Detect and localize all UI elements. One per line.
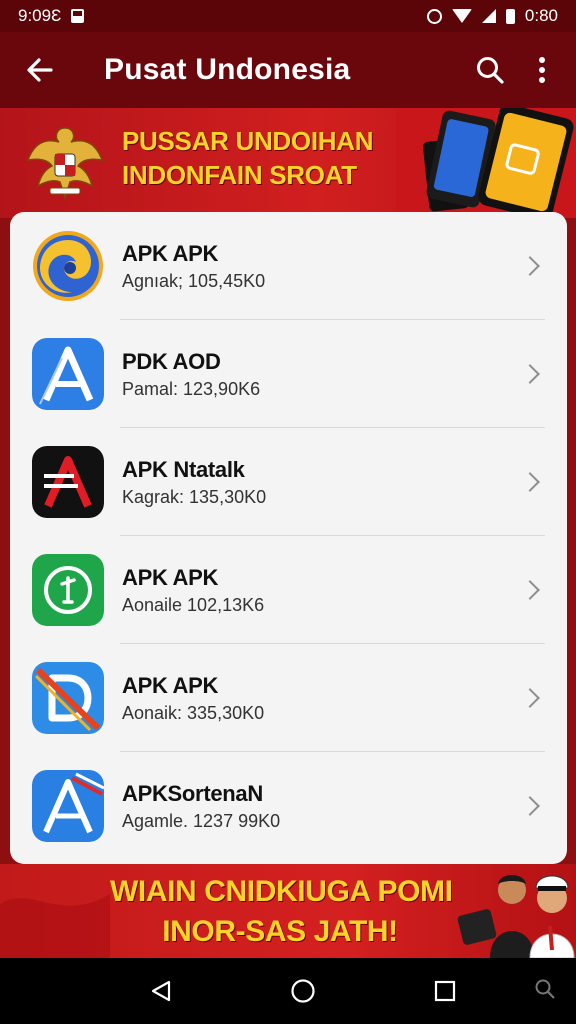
nav-recents-button[interactable] xyxy=(420,966,470,1016)
chevron-right-icon xyxy=(520,364,540,384)
garuda-emblem-icon xyxy=(26,127,104,201)
app-name: PDK AOD xyxy=(122,348,221,374)
signal-icon xyxy=(481,9,496,23)
banner-line-2: INDONFAIN SROAT xyxy=(122,160,357,190)
d-letter-blue-icon xyxy=(32,662,104,734)
status-bar: 9:09Ɛ 0:80 xyxy=(0,0,576,32)
app-name: APK APK xyxy=(122,240,219,266)
nav-home-button[interactable] xyxy=(278,966,328,1016)
search-icon xyxy=(477,57,504,84)
triangle-back-icon xyxy=(151,980,171,1002)
chevron-right-icon xyxy=(520,796,540,816)
arrow-left-icon xyxy=(27,58,53,82)
green-circle-app-icon xyxy=(32,554,104,626)
app-downloads: Kagrak: 135,30K0 xyxy=(122,486,267,507)
app-info: APK Ntatalk Kagrak: 135,30K0 xyxy=(122,457,523,508)
app-downloads: Agnıak; 105,45K0 xyxy=(122,270,266,291)
notification-icon xyxy=(71,9,85,23)
a-letter-blue-icon xyxy=(32,338,104,410)
app-info: APK APK Agnıak; 105,45K0 xyxy=(122,241,523,292)
list-item-app-1[interactable]: APK APK Agnıak; 105,45K0 xyxy=(10,212,567,320)
list-item-app-4[interactable]: APK APK Aonaile 102,13K6 xyxy=(10,536,567,644)
promo-line-2: INOR-SAS JATH! xyxy=(162,915,398,948)
phones-illustration-icon xyxy=(396,108,576,218)
app-downloads: Agamle. 1237 99K0 xyxy=(122,810,281,831)
back-button[interactable] xyxy=(10,40,70,100)
promo-banner-top[interactable]: PUSSAR UNDOIHAN INDONFAIN SROAT xyxy=(0,108,576,218)
status-right: 0:80 xyxy=(426,6,558,26)
nav-back-button[interactable] xyxy=(136,966,186,1016)
people-illustration-icon xyxy=(457,875,575,958)
a-letter-black-icon xyxy=(32,446,104,518)
status-time-right: 0:80 xyxy=(524,6,558,25)
swirl-app-icon xyxy=(32,230,104,302)
wifi-icon xyxy=(451,9,472,23)
more-options-button[interactable] xyxy=(516,40,568,100)
search-icon xyxy=(535,979,555,999)
decorative-wave-icon xyxy=(0,894,110,958)
a-letter-striped-icon xyxy=(32,770,104,842)
app-downloads: Aonaile 102,13K6 xyxy=(122,594,265,615)
app-name: APK APK xyxy=(122,672,219,698)
page-title: Pusat Undonesia xyxy=(104,53,351,86)
circle-home-icon xyxy=(291,979,315,1003)
alarm-icon xyxy=(426,8,442,24)
promo-line-1: WIAIN CNIDKIUGA POMI xyxy=(110,875,453,908)
chevron-right-icon xyxy=(520,580,540,600)
app-info: PDK AOD Pamal: 123,90K6 xyxy=(122,349,523,400)
square-recents-icon xyxy=(434,980,456,1002)
chevron-right-icon xyxy=(520,472,540,492)
nav-search-button[interactable] xyxy=(534,978,556,1005)
app-list: APK APK Agnıak; 105,45K0 PDK AOD Pamal: … xyxy=(10,212,567,864)
app-info: APK APK Aonaile 102,13K6 xyxy=(122,565,523,616)
status-time-left: 9:09Ɛ xyxy=(18,6,62,25)
chevron-right-icon xyxy=(520,256,540,276)
app-name: APKSortenaN xyxy=(122,780,263,806)
system-nav-bar xyxy=(0,958,576,1024)
app-info: APK APK Aonaik: 335,30K0 xyxy=(122,673,523,724)
banner-headline: PUSSAR UNDOIHAN INDONFAIN SROAT xyxy=(122,124,374,192)
list-item-app-6[interactable]: APKSortenaN Agamle. 1237 99K0 xyxy=(10,752,567,860)
chevron-right-icon xyxy=(520,688,540,708)
promo-headline: WIAIN CNIDKIUGA POMI INOR-SAS JATH! xyxy=(110,872,453,952)
promo-banner-bottom[interactable]: WIAIN CNIDKIUGA POMI INOR-SAS JATH! xyxy=(0,864,576,958)
status-left: 9:09Ɛ xyxy=(18,6,85,26)
more-vert-icon xyxy=(539,57,545,83)
app-downloads: Pamal: 123,90K6 xyxy=(122,378,261,399)
app-name: APK APK xyxy=(122,564,219,590)
list-item-app-3[interactable]: APK Ntatalk Kagrak: 135,30K0 xyxy=(10,428,567,536)
search-button[interactable] xyxy=(464,40,516,100)
list-item-app-5[interactable]: APK APK Aonaik: 335,30K0 xyxy=(10,644,567,752)
battery-icon xyxy=(505,8,515,24)
app-downloads: Aonaik: 335,30K0 xyxy=(122,702,265,723)
list-item-app-2[interactable]: PDK AOD Pamal: 123,90K6 xyxy=(10,320,567,428)
app-info: APKSortenaN Agamle. 1237 99K0 xyxy=(122,781,523,832)
app-bar: Pusat Undonesia xyxy=(0,32,576,108)
app-name: APK Ntatalk xyxy=(122,456,245,482)
banner-line-1: PUSSAR UNDOIHAN xyxy=(122,126,374,156)
